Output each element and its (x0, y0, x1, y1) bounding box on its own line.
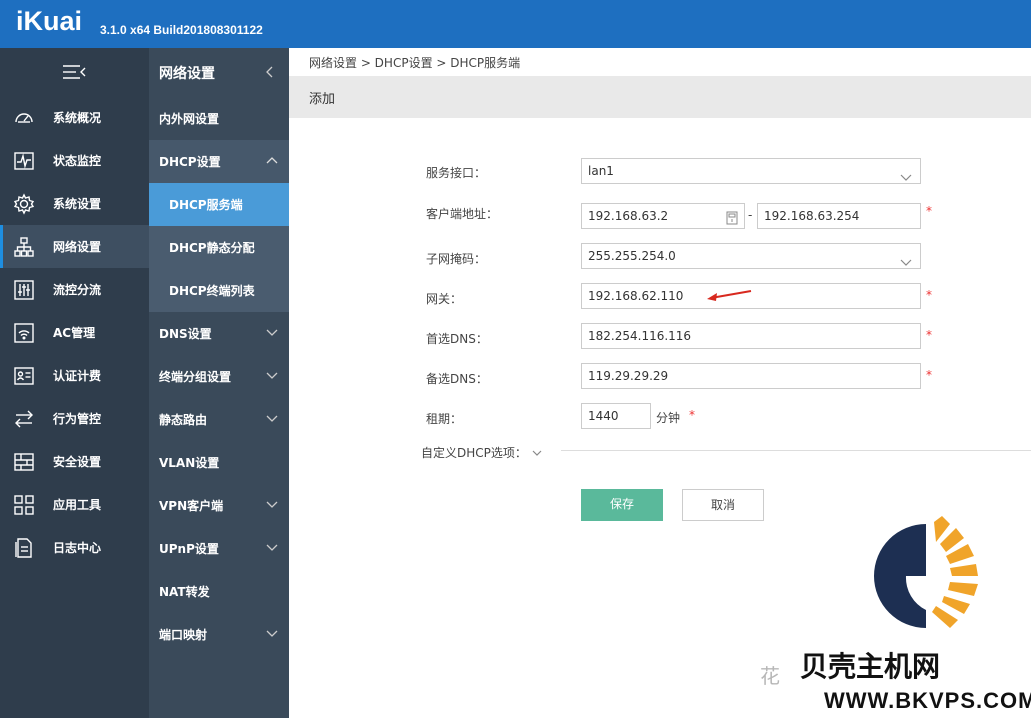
subnav-item-dhcp[interactable]: DHCP设置 (149, 140, 289, 183)
secondary-sidebar: 网络设置 内外网设置 DHCP设置 DHCP服务端 DHCP静态分配 DHCP终… (149, 48, 289, 718)
chevron-down-icon (900, 166, 912, 190)
page-title: 添加 (309, 92, 336, 107)
subnav-item-dhcp-clients[interactable]: DHCP终端列表 (149, 269, 289, 312)
required-marker: * (926, 368, 932, 382)
watermark-url: WWW.BKVPS.COM (824, 688, 1031, 713)
required-marker: * (926, 204, 932, 218)
chevron-down-icon (900, 251, 912, 275)
sidebar-item-label: 流控分流 (53, 283, 102, 297)
secondary-dns-label: 备选DNS： (426, 372, 488, 386)
sidebar-item-logs[interactable]: 日志中心 (0, 526, 149, 569)
sliders-icon (13, 279, 35, 301)
sidebar-item-label: 认证计费 (53, 369, 102, 383)
chevron-down-icon (265, 326, 279, 340)
subnav-item-group[interactable]: 终端分组设置 (149, 355, 289, 398)
subnav-item-nat[interactable]: 内外网设置 (149, 97, 289, 140)
sidebar-item-label: AC管理 (53, 326, 96, 340)
sidebar-item-behavior[interactable]: 行为管控 (0, 397, 149, 440)
subnav-item-dns[interactable]: DNS设置 (149, 312, 289, 355)
sidebar-item-label: 系统概况 (53, 111, 102, 125)
logo: iKuai (16, 6, 83, 36)
subnav-item-vpn[interactable]: VPN客户端 (149, 484, 289, 527)
subnav-item-dhcp-static[interactable]: DHCP静态分配 (149, 226, 289, 269)
primary-dns-label: 首选DNS： (426, 332, 488, 346)
sidebar-item-label: 状态监控 (53, 154, 102, 168)
interface-label: 服务接口： (426, 166, 487, 180)
chevron-left-icon[interactable] (265, 65, 275, 83)
sidebar-item-label: 安全设置 (53, 455, 102, 469)
chevron-up-icon (265, 154, 279, 168)
required-marker: * (926, 328, 932, 342)
cancel-button[interactable]: 取消 (682, 489, 764, 521)
watermark-faint-text: 花 (760, 664, 780, 688)
version-label: 3.1.0 x64 Build201808301122 (100, 23, 263, 37)
subnav-item-port-mapping[interactable]: 端口映射 (149, 613, 289, 656)
interface-select[interactable]: lan1 (581, 158, 921, 184)
sidebar-item-label: 应用工具 (53, 498, 102, 512)
divider (561, 450, 1031, 451)
breadcrumb: 网络设置 > DHCP设置 > DHCP服务端 (309, 56, 521, 70)
subnet-select[interactable]: 255.255.254.0 (581, 243, 921, 269)
chevron-down-icon (531, 446, 543, 460)
annotation-arrow-icon (707, 290, 752, 301)
watermark-logo (874, 516, 978, 628)
sidebar-item-qos[interactable]: 流控分流 (0, 268, 149, 311)
required-marker: * (926, 288, 932, 302)
lease-unit: 分钟 (656, 411, 681, 425)
page-title-bar: 添加 (289, 76, 1031, 118)
save-button[interactable]: 保存 (581, 489, 663, 521)
secondary-dns-input[interactable]: 119.29.29.29 (581, 363, 921, 389)
sidebar-item-label: 系统设置 (53, 197, 102, 211)
sidebar-item-auth[interactable]: 认证计费 (0, 354, 149, 397)
subnav-item-upnp[interactable]: UPnP设置 (149, 527, 289, 570)
subnav-item-vlan[interactable]: VLAN设置 (149, 441, 289, 484)
client-address-end-input[interactable]: 192.168.63.254 (757, 203, 921, 229)
chevron-down-icon (265, 627, 279, 641)
subnav-item-nat-forward[interactable]: NAT转发 (149, 570, 289, 613)
calculator-icon[interactable] (726, 209, 738, 233)
client-address-label: 客户端地址： (426, 207, 499, 221)
sidebar-item-label: 行为管控 (53, 412, 102, 426)
wifi-icon (13, 322, 35, 344)
range-dash: - (748, 208, 753, 222)
menu-collapse-icon[interactable] (60, 60, 90, 84)
gateway-label: 网关： (426, 292, 463, 306)
id-card-icon (13, 365, 35, 387)
sidebar-item-label: 日志中心 (53, 541, 102, 555)
arrows-icon (13, 408, 35, 430)
sidebar-item-monitor[interactable]: 状态监控 (0, 139, 149, 182)
primary-sidebar: 系统概况 状态监控 系统设置 网络设置 流控分流 AC管理 认证计费 行为管控 … (0, 48, 149, 718)
subnet-label: 子网掩码： (426, 252, 487, 266)
sidebar-item-label: 网络设置 (53, 240, 102, 254)
gauge-icon (13, 107, 35, 129)
lease-input[interactable]: 1440 (581, 403, 651, 429)
grid-icon (13, 451, 35, 473)
apps-icon (13, 494, 35, 516)
chevron-down-icon (265, 498, 279, 512)
doc-icon (13, 537, 35, 559)
watermark-text: 贝壳主机网 (800, 650, 941, 683)
primary-dns-input[interactable]: 182.254.116.116 (581, 323, 921, 349)
custom-dhcp-options-toggle[interactable]: 自定义DHCP选项： (421, 444, 543, 461)
pulse-icon (13, 150, 35, 172)
top-bar: iKuai 3.1.0 x64 Build201808301122 (0, 0, 1031, 48)
subnav-title: 网络设置 (149, 48, 289, 98)
sidebar-item-system[interactable]: 系统设置 (0, 182, 149, 225)
chevron-down-icon (265, 369, 279, 383)
sidebar-item-network[interactable]: 网络设置 (0, 225, 149, 268)
lease-label: 租期： (426, 412, 463, 426)
subnav-item-route[interactable]: 静态路由 (149, 398, 289, 441)
sidebar-item-tools[interactable]: 应用工具 (0, 483, 149, 526)
network-icon (13, 236, 35, 258)
chevron-down-icon (265, 412, 279, 426)
sidebar-item-overview[interactable]: 系统概况 (0, 96, 149, 139)
sidebar-item-ac[interactable]: AC管理 (0, 311, 149, 354)
chevron-down-icon (265, 541, 279, 555)
client-address-start-input[interactable]: 192.168.63.2 (581, 203, 745, 229)
required-marker: * (689, 408, 695, 422)
subnav-item-dhcp-server[interactable]: DHCP服务端 (149, 183, 289, 226)
gear-icon (13, 192, 35, 215)
sidebar-item-security[interactable]: 安全设置 (0, 440, 149, 483)
